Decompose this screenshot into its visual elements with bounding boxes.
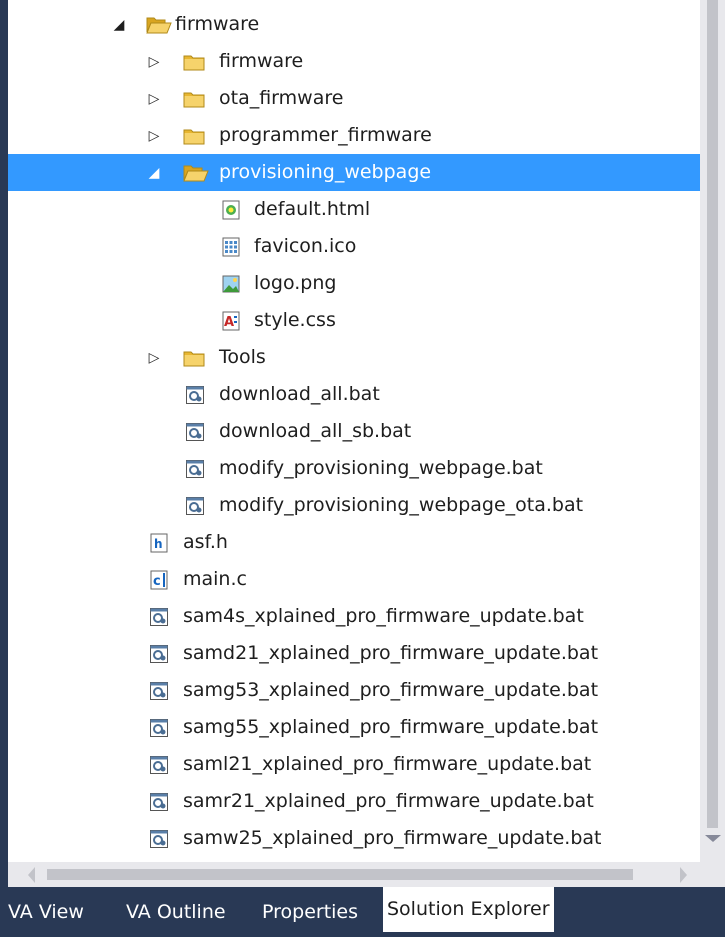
svg-text:A: A bbox=[224, 315, 234, 330]
tree-item-label: modify_provisioning_webpage.bat bbox=[219, 457, 543, 479]
tree-row-download-all-sb-bat[interactable]: download_all_sb.bat bbox=[8, 413, 700, 450]
bat-file-icon bbox=[149, 755, 169, 775]
collapsed-arrow-icon[interactable]: ▷ bbox=[144, 117, 164, 154]
tree-item-label: sam4s_xplained_pro_firmware_update.bat bbox=[183, 605, 584, 627]
tree-row-provisioning-webpage[interactable]: ◢ provisioning_webpage bbox=[8, 154, 700, 191]
vertical-scrollbar[interactable] bbox=[700, 0, 725, 862]
tree-item-label: firmware bbox=[175, 13, 260, 35]
tree-item-label: ota_firmware bbox=[219, 87, 344, 109]
tree-row-firmware-root[interactable]: ◢ firmware bbox=[8, 6, 700, 43]
tree-item-label: download_all_sb.bat bbox=[219, 420, 412, 442]
tree-row-default-html[interactable]: default.html bbox=[8, 191, 700, 228]
tree-row-samd21-bat[interactable]: samd21_xplained_pro_firmware_update.bat bbox=[8, 635, 700, 672]
horizontal-scrollbar-thumb[interactable] bbox=[47, 869, 633, 880]
tree-item-label: samw25_xplained_pro_firmware_update.bat bbox=[183, 827, 602, 849]
tree-row-ota-firmware[interactable]: ▷ ota_firmware bbox=[8, 80, 700, 117]
tree-item-label: saml21_xplained_pro_firmware_update.bat bbox=[183, 753, 592, 775]
bat-file-icon bbox=[149, 718, 169, 738]
tree-item-label: style.css bbox=[254, 309, 336, 331]
tree-item-label: favicon.ico bbox=[254, 235, 357, 257]
tree-item-label: default.html bbox=[254, 198, 371, 220]
tree-item-label: download_all.bat bbox=[219, 383, 380, 405]
tab-solution-explorer[interactable]: Solution Explorer bbox=[383, 887, 554, 932]
tree-row-asf-h[interactable]: h asf.h bbox=[8, 524, 700, 561]
c-file-icon: c bbox=[149, 570, 169, 590]
tree-row-firmware[interactable]: ▷ firmware bbox=[8, 43, 700, 80]
tree-row-samr21-bat[interactable]: samr21_xplained_pro_firmware_update.bat bbox=[8, 783, 700, 820]
expanded-arrow-icon[interactable]: ◢ bbox=[109, 6, 129, 43]
folder-open-icon bbox=[146, 15, 172, 35]
folder-icon bbox=[183, 52, 205, 72]
tree-item-label: logo.png bbox=[254, 272, 337, 294]
tool-window-tab-bar: VA View VA Outline Properties Solution E… bbox=[0, 887, 725, 937]
folder-icon bbox=[183, 126, 205, 146]
tree-item-label: firmware bbox=[219, 50, 304, 72]
collapsed-arrow-icon[interactable]: ▷ bbox=[144, 80, 164, 117]
solution-explorer-panel: ◢ firmware ▷ firmware ▷ ota_firmware ▷ p… bbox=[0, 0, 725, 937]
tree-row-style-css[interactable]: A style.css bbox=[8, 302, 700, 339]
tree-item-label: programmer_firmware bbox=[219, 124, 432, 146]
scroll-left-arrow-icon[interactable] bbox=[28, 867, 35, 883]
bat-file-icon bbox=[185, 385, 205, 405]
tree-row-saml21-bat[interactable]: saml21_xplained_pro_firmware_update.bat bbox=[8, 746, 700, 783]
horizontal-scrollbar[interactable] bbox=[8, 862, 725, 887]
bat-file-icon bbox=[149, 792, 169, 812]
css-file-icon: A bbox=[221, 311, 241, 331]
tree-item-label: provisioning_webpage bbox=[219, 161, 432, 183]
bat-file-icon bbox=[149, 644, 169, 664]
tree-item-label: samd21_xplained_pro_firmware_update.bat bbox=[183, 642, 599, 664]
tree-row-tools[interactable]: ▷ Tools bbox=[8, 339, 700, 376]
tree-item-label: modify_provisioning_webpage_ota.bat bbox=[219, 494, 584, 516]
tree-item-label: main.c bbox=[183, 568, 247, 590]
solution-tree: ◢ firmware ▷ firmware ▷ ota_firmware ▷ p… bbox=[8, 0, 700, 862]
tab-va-view[interactable]: VA View bbox=[4, 887, 88, 937]
collapsed-arrow-icon[interactable]: ▷ bbox=[144, 339, 164, 376]
collapsed-arrow-icon[interactable]: ▷ bbox=[144, 43, 164, 80]
tree-item-label: Tools bbox=[219, 346, 266, 368]
bat-file-icon bbox=[185, 496, 205, 516]
tree-row-download-all-bat[interactable]: download_all.bat bbox=[8, 376, 700, 413]
bat-file-icon bbox=[185, 459, 205, 479]
scroll-down-arrow-icon[interactable] bbox=[705, 835, 721, 842]
tree-row-favicon-ico[interactable]: favicon.ico bbox=[8, 228, 700, 265]
tree-row-main-c[interactable]: c main.c bbox=[8, 561, 700, 598]
folder-icon bbox=[183, 89, 205, 109]
tree-item-label: samg55_xplained_pro_firmware_update.bat bbox=[183, 716, 599, 738]
html-file-icon bbox=[221, 200, 241, 220]
svg-text:c: c bbox=[153, 574, 161, 589]
panel-border bbox=[0, 0, 8, 937]
tree-row-logo-png[interactable]: logo.png bbox=[8, 265, 700, 302]
tree-item-label: samg53_xplained_pro_firmware_update.bat bbox=[183, 679, 599, 701]
ico-file-icon bbox=[221, 237, 241, 257]
bat-file-icon bbox=[149, 681, 169, 701]
tree-row-samg55-bat[interactable]: samg55_xplained_pro_firmware_update.bat bbox=[8, 709, 700, 746]
vertical-scrollbar-thumb[interactable] bbox=[707, 0, 718, 828]
folder-icon bbox=[183, 348, 205, 368]
tree-item-label: asf.h bbox=[183, 531, 228, 553]
tree-row-programmer-firmware[interactable]: ▷ programmer_firmware bbox=[8, 117, 700, 154]
tree-row-sam4s-bat[interactable]: sam4s_xplained_pro_firmware_update.bat bbox=[8, 598, 700, 635]
tree-item-label: samr21_xplained_pro_firmware_update.bat bbox=[183, 790, 594, 812]
folder-open-icon bbox=[183, 163, 209, 183]
header-file-icon: h bbox=[149, 533, 169, 553]
expanded-arrow-icon[interactable]: ◢ bbox=[144, 154, 164, 191]
image-file-icon bbox=[221, 274, 241, 294]
tree-row-modify-provisioning-webpage-bat[interactable]: modify_provisioning_webpage.bat bbox=[8, 450, 700, 487]
scroll-right-arrow-icon[interactable] bbox=[680, 867, 687, 883]
bat-file-icon bbox=[149, 607, 169, 627]
tree-row-modify-provisioning-webpage-ota-bat[interactable]: modify_provisioning_webpage_ota.bat bbox=[8, 487, 700, 524]
tree-row-samg53-bat[interactable]: samg53_xplained_pro_firmware_update.bat bbox=[8, 672, 700, 709]
tab-va-outline[interactable]: VA Outline bbox=[122, 887, 230, 937]
tab-properties[interactable]: Properties bbox=[258, 887, 362, 937]
bat-file-icon bbox=[149, 829, 169, 849]
bat-file-icon bbox=[185, 422, 205, 442]
svg-text:h: h bbox=[154, 537, 163, 551]
tree-row-samw25-bat[interactable]: samw25_xplained_pro_firmware_update.bat bbox=[8, 820, 700, 857]
